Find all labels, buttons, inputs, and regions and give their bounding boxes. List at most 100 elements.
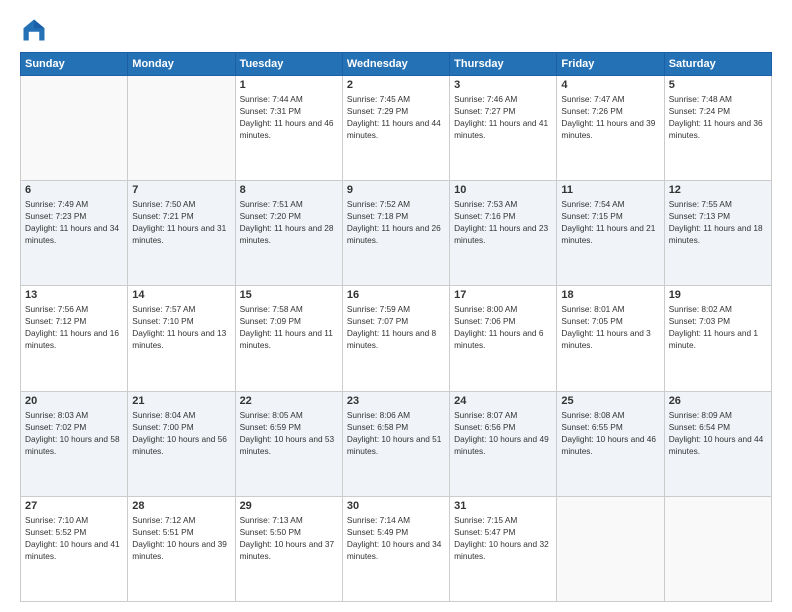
day-number: 5 <box>669 79 767 91</box>
day-info: Sunrise: 7:51 AMSunset: 7:20 PMDaylight:… <box>240 198 338 246</box>
day-info: Sunrise: 7:14 AMSunset: 5:49 PMDaylight:… <box>347 514 445 562</box>
calendar-cell: 14 Sunrise: 7:57 AMSunset: 7:10 PMDayligh… <box>128 286 235 391</box>
day-number: 4 <box>561 79 659 91</box>
calendar-cell: 6 Sunrise: 7:49 AMSunset: 7:23 PMDaylight… <box>21 181 128 286</box>
calendar-header-sunday: Sunday <box>21 53 128 76</box>
day-info: Sunrise: 7:13 AMSunset: 5:50 PMDaylight:… <box>240 514 338 562</box>
day-info: Sunrise: 8:02 AMSunset: 7:03 PMDaylight:… <box>669 303 767 351</box>
calendar-cell <box>21 76 128 181</box>
day-number: 12 <box>669 184 767 196</box>
calendar-header-row: SundayMondayTuesdayWednesdayThursdayFrid… <box>21 53 772 76</box>
day-number: 22 <box>240 395 338 407</box>
calendar-cell: 1 Sunrise: 7:44 AMSunset: 7:31 PMDaylight… <box>235 76 342 181</box>
calendar-cell: 5 Sunrise: 7:48 AMSunset: 7:24 PMDaylight… <box>664 76 771 181</box>
calendar-cell: 23 Sunrise: 8:06 AMSunset: 6:58 PMDayligh… <box>342 391 449 496</box>
day-info: Sunrise: 7:48 AMSunset: 7:24 PMDaylight:… <box>669 93 767 141</box>
day-info: Sunrise: 7:54 AMSunset: 7:15 PMDaylight:… <box>561 198 659 246</box>
day-info: Sunrise: 8:03 AMSunset: 7:02 PMDaylight:… <box>25 409 123 457</box>
calendar-cell: 8 Sunrise: 7:51 AMSunset: 7:20 PMDaylight… <box>235 181 342 286</box>
calendar-cell: 24 Sunrise: 8:07 AMSunset: 6:56 PMDayligh… <box>450 391 557 496</box>
day-info: Sunrise: 7:44 AMSunset: 7:31 PMDaylight:… <box>240 93 338 141</box>
calendar-cell: 21 Sunrise: 8:04 AMSunset: 7:00 PMDayligh… <box>128 391 235 496</box>
day-info: Sunrise: 7:57 AMSunset: 7:10 PMDaylight:… <box>132 303 230 351</box>
day-info: Sunrise: 7:49 AMSunset: 7:23 PMDaylight:… <box>25 198 123 246</box>
day-number: 27 <box>25 500 123 512</box>
logo-icon <box>20 16 48 44</box>
day-info: Sunrise: 7:47 AMSunset: 7:26 PMDaylight:… <box>561 93 659 141</box>
day-number: 25 <box>561 395 659 407</box>
day-number: 8 <box>240 184 338 196</box>
calendar-cell: 3 Sunrise: 7:46 AMSunset: 7:27 PMDaylight… <box>450 76 557 181</box>
day-number: 7 <box>132 184 230 196</box>
day-number: 23 <box>347 395 445 407</box>
day-number: 19 <box>669 289 767 301</box>
calendar-cell: 13Sunrise: 7:56 AMSunset: 7:12 PMDayligh… <box>21 286 128 391</box>
calendar-header-tuesday: Tuesday <box>235 53 342 76</box>
calendar-cell: 20 Sunrise: 8:03 AMSunset: 7:02 PMDayligh… <box>21 391 128 496</box>
day-info: Sunrise: 7:15 AMSunset: 5:47 PMDaylight:… <box>454 514 552 562</box>
calendar-cell: 17Sunrise: 8:00 AMSunset: 7:06 PMDayligh… <box>450 286 557 391</box>
day-info: Sunrise: 8:04 AMSunset: 7:00 PMDaylight:… <box>132 409 230 457</box>
calendar-week-3: 13Sunrise: 7:56 AMSunset: 7:12 PMDayligh… <box>21 286 772 391</box>
calendar-cell: 27Sunrise: 7:10 AMSunset: 5:52 PMDayligh… <box>21 496 128 601</box>
day-info: Sunrise: 8:00 AMSunset: 7:06 PMDaylight:… <box>454 303 552 351</box>
logo <box>20 16 52 44</box>
calendar-cell: 16 Sunrise: 7:59 AMSunset: 7:07 PMDayligh… <box>342 286 449 391</box>
day-info: Sunrise: 7:56 AMSunset: 7:12 PMDaylight:… <box>25 303 123 351</box>
day-number: 14 <box>132 289 230 301</box>
day-number: 26 <box>669 395 767 407</box>
page: SundayMondayTuesdayWednesdayThursdayFrid… <box>0 0 792 612</box>
day-number: 30 <box>347 500 445 512</box>
day-info: Sunrise: 7:45 AMSunset: 7:29 PMDaylight:… <box>347 93 445 141</box>
day-info: Sunrise: 7:12 AMSunset: 5:51 PMDaylight:… <box>132 514 230 562</box>
calendar-header-thursday: Thursday <box>450 53 557 76</box>
calendar-header-saturday: Saturday <box>664 53 771 76</box>
calendar-cell: 26Sunrise: 8:09 AMSunset: 6:54 PMDayligh… <box>664 391 771 496</box>
day-info: Sunrise: 7:58 AMSunset: 7:09 PMDaylight:… <box>240 303 338 351</box>
calendar-cell: 30 Sunrise: 7:14 AMSunset: 5:49 PMDayligh… <box>342 496 449 601</box>
day-number: 18 <box>561 289 659 301</box>
day-number: 24 <box>454 395 552 407</box>
calendar-table: SundayMondayTuesdayWednesdayThursdayFrid… <box>20 52 772 602</box>
calendar-week-4: 20 Sunrise: 8:03 AMSunset: 7:02 PMDayligh… <box>21 391 772 496</box>
calendar-cell: 29Sunrise: 7:13 AMSunset: 5:50 PMDayligh… <box>235 496 342 601</box>
calendar-cell: 4 Sunrise: 7:47 AMSunset: 7:26 PMDaylight… <box>557 76 664 181</box>
day-number: 20 <box>25 395 123 407</box>
day-number: 2 <box>347 79 445 91</box>
calendar-cell: 2 Sunrise: 7:45 AMSunset: 7:29 PMDaylight… <box>342 76 449 181</box>
day-number: 1 <box>240 79 338 91</box>
calendar-week-1: 1 Sunrise: 7:44 AMSunset: 7:31 PMDaylight… <box>21 76 772 181</box>
day-number: 6 <box>25 184 123 196</box>
calendar-cell: 22Sunrise: 8:05 AMSunset: 6:59 PMDayligh… <box>235 391 342 496</box>
calendar-header-wednesday: Wednesday <box>342 53 449 76</box>
calendar-cell: 10Sunrise: 7:53 AMSunset: 7:16 PMDayligh… <box>450 181 557 286</box>
day-info: Sunrise: 8:06 AMSunset: 6:58 PMDaylight:… <box>347 409 445 457</box>
day-info: Sunrise: 7:52 AMSunset: 7:18 PMDaylight:… <box>347 198 445 246</box>
day-info: Sunrise: 8:01 AMSunset: 7:05 PMDaylight:… <box>561 303 659 351</box>
day-number: 3 <box>454 79 552 91</box>
calendar-cell: 9 Sunrise: 7:52 AMSunset: 7:18 PMDaylight… <box>342 181 449 286</box>
day-number: 21 <box>132 395 230 407</box>
calendar-cell <box>128 76 235 181</box>
day-number: 31 <box>454 500 552 512</box>
day-info: Sunrise: 8:07 AMSunset: 6:56 PMDaylight:… <box>454 409 552 457</box>
calendar-header-monday: Monday <box>128 53 235 76</box>
day-number: 16 <box>347 289 445 301</box>
day-number: 9 <box>347 184 445 196</box>
day-info: Sunrise: 7:50 AMSunset: 7:21 PMDaylight:… <box>132 198 230 246</box>
calendar-week-2: 6 Sunrise: 7:49 AMSunset: 7:23 PMDaylight… <box>21 181 772 286</box>
calendar-cell: 11 Sunrise: 7:54 AMSunset: 7:15 PMDayligh… <box>557 181 664 286</box>
header <box>20 16 772 44</box>
day-number: 15 <box>240 289 338 301</box>
day-number: 11 <box>561 184 659 196</box>
day-info: Sunrise: 7:59 AMSunset: 7:07 PMDaylight:… <box>347 303 445 351</box>
day-info: Sunrise: 8:08 AMSunset: 6:55 PMDaylight:… <box>561 409 659 457</box>
day-info: Sunrise: 7:46 AMSunset: 7:27 PMDaylight:… <box>454 93 552 141</box>
calendar-cell: 19 Sunrise: 8:02 AMSunset: 7:03 PMDayligh… <box>664 286 771 391</box>
calendar-cell: 18 Sunrise: 8:01 AMSunset: 7:05 PMDayligh… <box>557 286 664 391</box>
day-number: 10 <box>454 184 552 196</box>
calendar-cell: 25 Sunrise: 8:08 AMSunset: 6:55 PMDayligh… <box>557 391 664 496</box>
calendar-cell: 31 Sunrise: 7:15 AMSunset: 5:47 PMDayligh… <box>450 496 557 601</box>
day-info: Sunrise: 7:55 AMSunset: 7:13 PMDaylight:… <box>669 198 767 246</box>
day-number: 28 <box>132 500 230 512</box>
